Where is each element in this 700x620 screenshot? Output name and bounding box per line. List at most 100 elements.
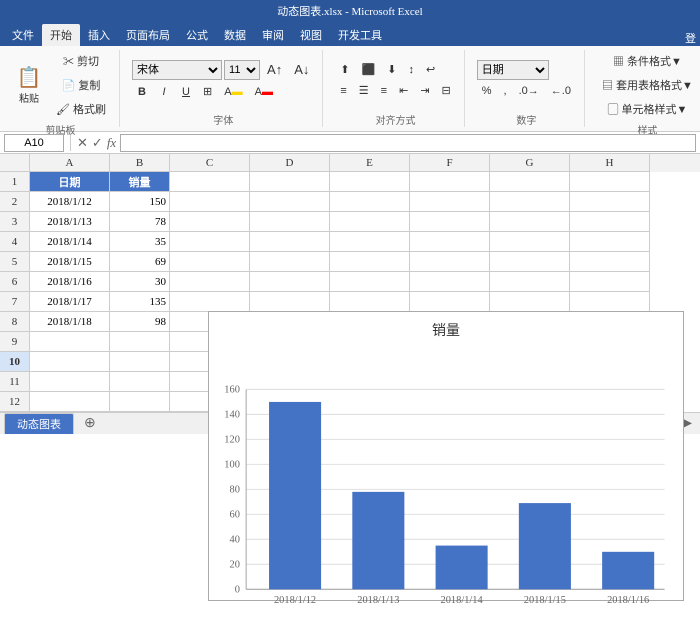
col-header-E[interactable]: E [330,154,410,172]
cell-A11[interactable] [30,372,110,392]
tab-home[interactable]: 开始 [42,24,80,46]
decrease-decimal-button[interactable]: ←.0 [546,82,576,100]
font-color-button[interactable]: A▬ [250,83,278,101]
tab-developer[interactable]: 开发工具 [330,24,390,46]
cell-A8[interactable]: 2018/1/18 [30,312,110,332]
chart-title: 销量 [217,320,675,340]
tab-review[interactable]: 审阅 [254,24,292,46]
row-num-10[interactable]: 10 [0,352,30,372]
conditional-format-button[interactable]: ▦ 条件格式▼ [597,50,698,72]
percent-button[interactable]: % [477,82,497,100]
row-num-2[interactable]: 2 [0,192,30,212]
bold-button[interactable]: B [132,83,152,101]
cell-B1[interactable]: 销量 [110,172,170,192]
row-num-9[interactable]: 9 [0,332,30,352]
underline-button[interactable]: U [176,83,196,101]
add-sheet-button[interactable]: ⊕ [76,413,104,434]
row-num-8[interactable]: 8 [0,312,30,332]
confirm-formula-icon[interactable]: ✓ [92,135,103,151]
wrap-text-button[interactable]: ↩ [421,60,440,79]
cell-B8[interactable]: 98 [110,312,170,332]
row-num-5[interactable]: 5 [0,252,30,272]
row-num-4[interactable]: 4 [0,232,30,252]
copy-button[interactable]: 📄 复制 [51,74,111,96]
cell-B2[interactable]: 150 [110,192,170,212]
cell-B12[interactable] [110,392,170,412]
col-header-A[interactable]: A [30,154,110,172]
cell-A10[interactable] [30,352,110,372]
tab-file[interactable]: 文件 [4,24,42,46]
cancel-formula-icon[interactable]: ✕ [77,135,88,151]
chart-container[interactable]: 销量 0 20 40 60 80 100 120 140 160 [208,311,684,601]
sheet-tab-dynamic-chart[interactable]: 动态图表 [4,413,74,434]
font-name-selector[interactable]: 宋体 [132,60,222,80]
tab-page-layout[interactable]: 页面布局 [118,24,178,46]
comma-button[interactable]: , [499,82,512,100]
row-num-3[interactable]: 3 [0,212,30,232]
font-size-selector[interactable]: 11 [224,60,260,80]
text-direction-button[interactable]: ↕ [404,61,420,79]
ribbon-group-clipboard: 📋 粘贴 ✂ 剪切 📄 复制 🖌 格式刷 剪贴板 [6,50,120,127]
svg-text:140: 140 [224,410,240,421]
cell-B5[interactable]: 69 [110,252,170,272]
cell-A2[interactable]: 2018/1/12 [30,192,110,212]
number-format-selector[interactable]: 日期 常规 数值 货币 百分比 [477,60,549,80]
cell-B9[interactable] [110,332,170,352]
merge-center-button[interactable]: ⊟ [437,81,456,100]
cell-C1[interactable] [170,172,250,192]
tab-view[interactable]: 视图 [292,24,330,46]
col-header-F[interactable]: F [410,154,490,172]
cell-A6[interactable]: 2018/1/16 [30,272,110,292]
cell-B10[interactable] [110,352,170,372]
align-bottom-button[interactable]: ⬇ [382,60,401,79]
format-painter-button[interactable]: 🖌 格式刷 [51,98,111,120]
col-header-D[interactable]: D [250,154,330,172]
col-header-G[interactable]: G [490,154,570,172]
cell-B3[interactable]: 78 [110,212,170,232]
row-num-12[interactable]: 12 [0,392,30,412]
cell-reference-input[interactable] [4,134,64,152]
col-header-C[interactable]: C [170,154,250,172]
cell-A4[interactable]: 2018/1/14 [30,232,110,252]
formula-input[interactable] [120,134,696,152]
tab-data[interactable]: 数据 [216,24,254,46]
fill-color-button[interactable]: A▬ [219,83,247,101]
align-right-button[interactable]: ≡ [376,82,392,100]
cell-A12[interactable] [30,392,110,412]
cell-B7[interactable]: 135 [110,292,170,312]
cell-A1[interactable]: 日期 [30,172,110,192]
align-left-button[interactable]: ≡ [335,82,351,100]
align-middle-button[interactable]: ⬛ [357,60,381,79]
cell-styles-button[interactable]: ▢ 单元格样式▼ [597,98,698,120]
border-button[interactable]: ⊞ [198,82,217,101]
cut-button[interactable]: ✂ 剪切 [51,50,111,72]
cell-A7[interactable]: 2018/1/17 [30,292,110,312]
cell-B6[interactable]: 30 [110,272,170,292]
align-center-button[interactable]: ☰ [354,81,374,100]
cell-B4[interactable]: 35 [110,232,170,252]
align-top-button[interactable]: ⬆ [335,60,354,79]
row-num-1[interactable]: 1 [0,172,30,192]
increase-indent-button[interactable]: ⇥ [415,81,434,100]
cell-A9[interactable] [30,332,110,352]
cell-A5[interactable]: 2018/1/15 [30,252,110,272]
insert-function-icon[interactable]: fx [107,135,116,151]
increase-decimal-button[interactable]: .0→ [514,82,544,100]
decrease-indent-button[interactable]: ⇤ [394,81,413,100]
col-header-B[interactable]: B [110,154,170,172]
cell-A3[interactable]: 2018/1/13 [30,212,110,232]
cell-B11[interactable] [110,372,170,392]
increase-font-button[interactable]: A↑ [262,59,287,80]
paste-button[interactable]: 📋 粘贴 [10,55,48,115]
tab-formula[interactable]: 公式 [178,24,216,46]
row-num-7[interactable]: 7 [0,292,30,312]
tab-insert[interactable]: 插入 [80,24,118,46]
row-num-6[interactable]: 6 [0,272,30,292]
ribbon-group-font: 宋体 11 A↑ A↓ B I U ⊞ A▬ A▬ 字体 [128,50,323,127]
decrease-font-button[interactable]: A↓ [289,59,314,80]
row-num-11[interactable]: 11 [0,372,30,392]
col-header-H[interactable]: H [570,154,650,172]
table-format-button[interactable]: ▤ 套用表格格式▼ [597,74,698,96]
account-icon[interactable]: 登 [685,30,696,46]
italic-button[interactable]: I [154,83,174,101]
